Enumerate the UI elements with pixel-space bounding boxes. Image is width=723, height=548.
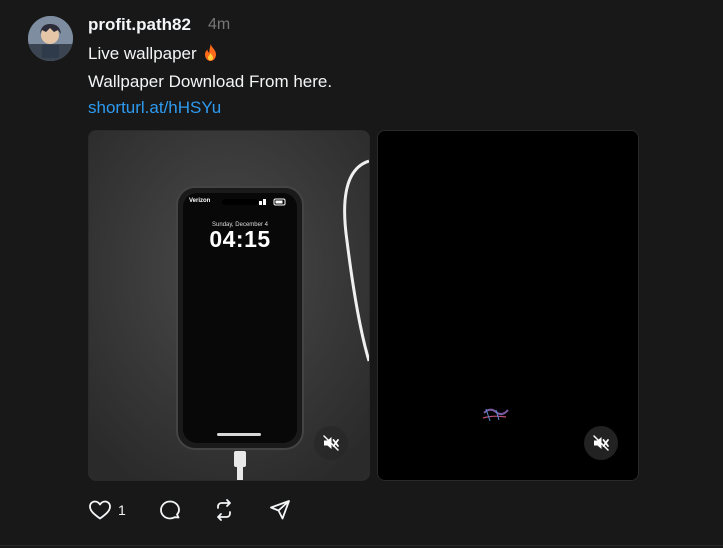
media-item-2[interactable] (377, 130, 639, 481)
share-icon (270, 500, 290, 520)
heart-icon (89, 500, 111, 520)
post-text: Live wallpaper (88, 44, 197, 63)
mute-icon (323, 435, 339, 451)
comment-button[interactable] (158, 498, 182, 522)
phone-clock: 04:15 (209, 226, 271, 252)
mute-icon (593, 435, 609, 451)
fire-emoji-icon (203, 44, 218, 66)
avatar[interactable] (28, 16, 73, 61)
divider (0, 545, 723, 546)
username[interactable]: profit.path82 (88, 15, 191, 35)
like-button[interactable]: 1 (88, 498, 126, 522)
post-timestamp: 4m (208, 16, 231, 33)
post-link[interactable]: shorturl.at/hHSYu (88, 98, 221, 118)
mute-button[interactable] (314, 426, 348, 460)
repost-button[interactable] (212, 498, 236, 522)
phone-carrier: Verizon (189, 198, 211, 204)
share-button[interactable] (268, 498, 292, 522)
repost-icon (217, 499, 231, 521)
post-text-line-1: Live wallpaper (88, 44, 218, 66)
post-text-line-2: Wallpaper Download From here. (88, 72, 333, 91)
like-count: 1 (118, 502, 126, 518)
mute-button[interactable] (584, 426, 618, 460)
comment-icon (160, 500, 180, 520)
media-item-1[interactable]: Verizon Sunday, December 4 04:15 (88, 130, 370, 481)
